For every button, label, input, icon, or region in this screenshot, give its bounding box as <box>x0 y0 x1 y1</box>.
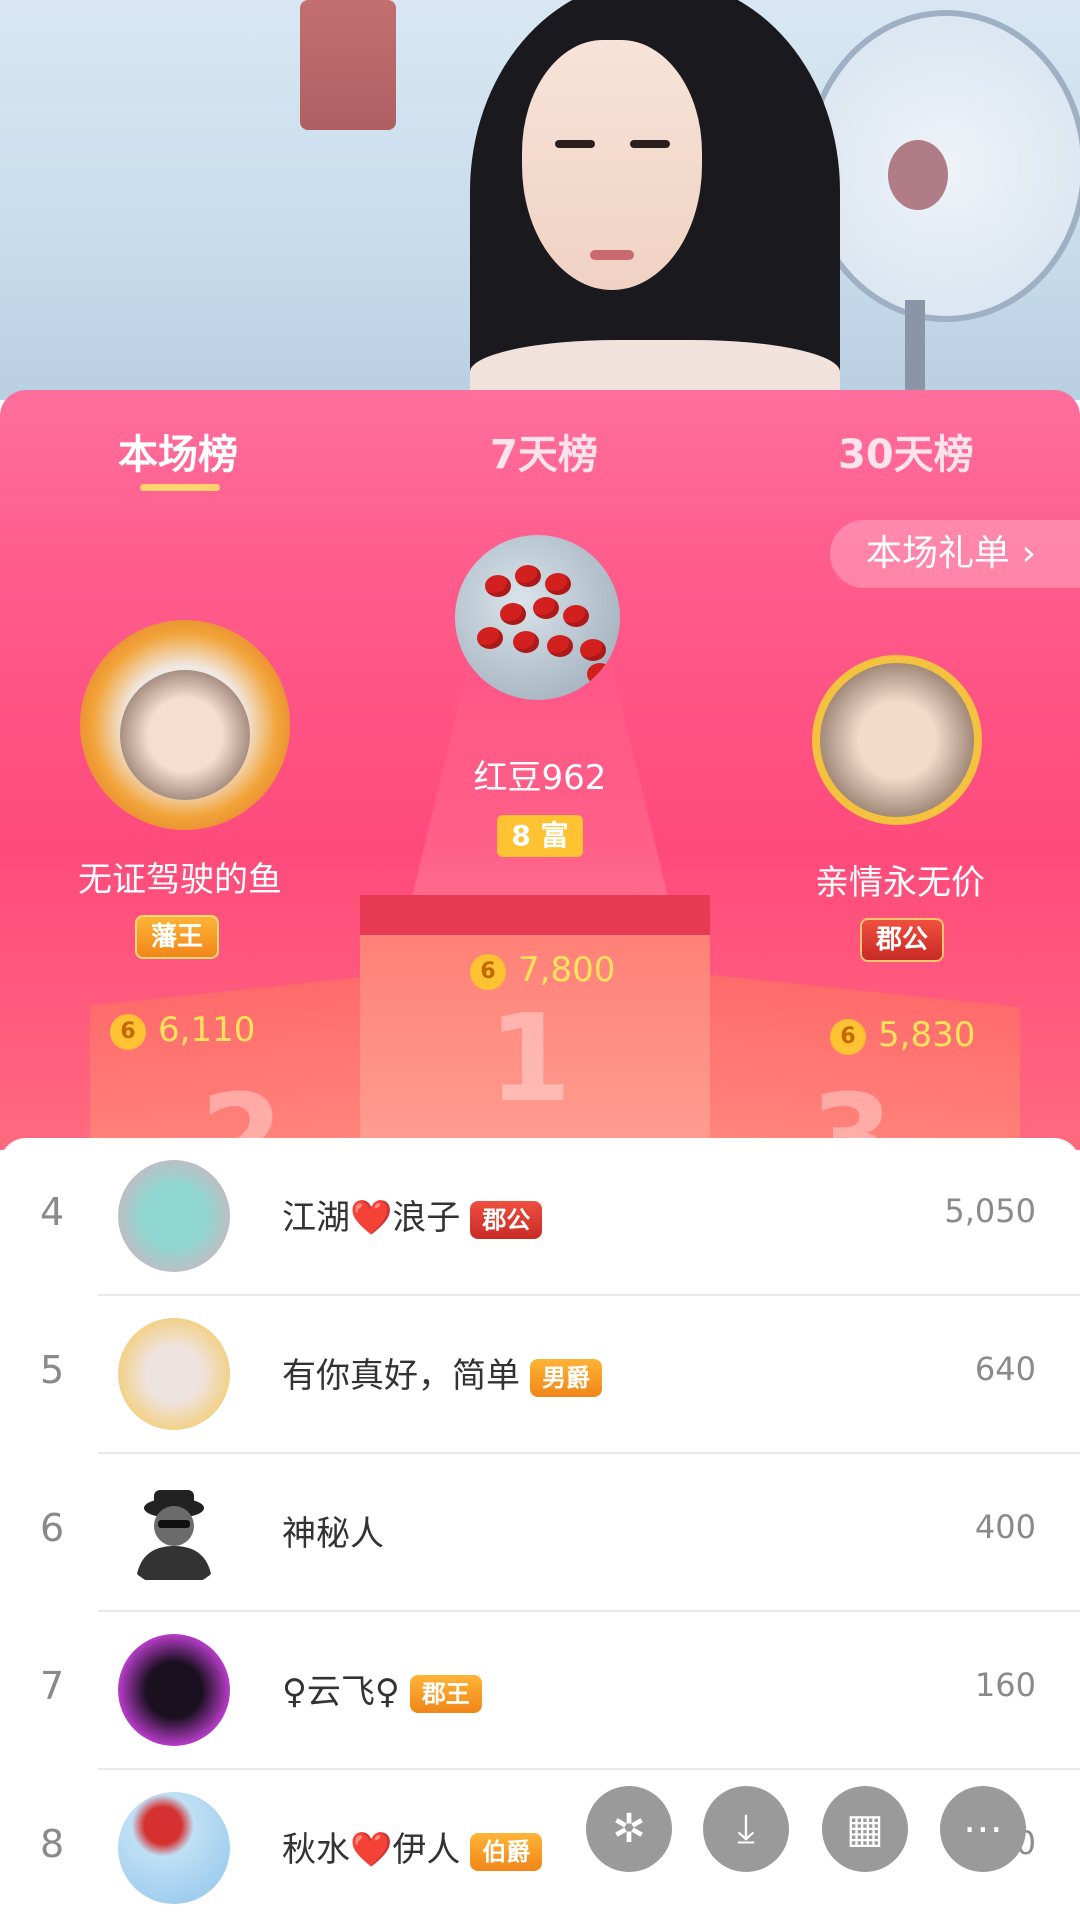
podium-first-top <box>360 895 710 935</box>
user-name: 秋水❤️伊人 <box>282 1830 461 1870</box>
user-name: 有你真好，简单 <box>282 1356 520 1396</box>
ranking-tabs: 本场榜 7天榜 30天榜 <box>0 390 1080 510</box>
user-score: 5,050 <box>944 1192 1036 1230</box>
tab-7-days[interactable]: 7天榜 <box>490 422 598 480</box>
avatar-second-photo <box>120 670 250 800</box>
user-rank-badge: 郡王 <box>409 1674 482 1713</box>
avatar-second[interactable] <box>80 620 290 830</box>
user-name: 神秘人 <box>282 1514 384 1554</box>
second-score: 6 6,110 <box>110 1010 255 1050</box>
user-avatar[interactable] <box>118 1634 230 1746</box>
user-avatar[interactable] <box>118 1318 230 1430</box>
gift-list-button[interactable]: 本场礼单 › <box>830 520 1080 588</box>
tab-30-days[interactable]: 30天榜 <box>838 422 974 480</box>
avatar-first[interactable] <box>455 535 620 700</box>
tab-current-show[interactable]: 本场榜 <box>118 422 238 480</box>
user-name-line: 江湖❤️浪子 郡公 <box>282 1190 543 1239</box>
list-item[interactable]: 7 ♀云飞♀ 郡王 160 <box>0 1612 1080 1770</box>
user-rank-badge: 郡公 <box>470 1200 543 1239</box>
first-score: 6 7,800 <box>470 950 615 990</box>
bean-decor <box>563 605 589 627</box>
user-avatar[interactable] <box>118 1792 230 1904</box>
coin-icon: 6 <box>110 1013 146 1050</box>
user-rank-badge: 伯爵 <box>470 1832 543 1871</box>
user-name-line: ♀云飞♀ 郡王 <box>282 1664 482 1713</box>
bean-decor <box>545 573 571 595</box>
sparkle-icon[interactable]: ✲ <box>586 1786 672 1872</box>
eye-right <box>630 140 670 148</box>
grid-icon[interactable]: ▦ <box>822 1786 908 1872</box>
fan-stand <box>905 300 925 400</box>
ranking-list: 4 江湖❤️浪子郡公 5,050 5 有你真好，简单男爵 640 6 神秘人 <box>0 1138 1080 1928</box>
more-icon[interactable]: ⋯ <box>940 1786 1026 1872</box>
first-score-value: 7,800 <box>518 950 616 990</box>
list-item[interactable]: 4 江湖❤️浪子 郡公 5,050 <box>0 1138 1080 1296</box>
bean-decor <box>580 639 606 661</box>
second-name: 无证驾驶的鱼 <box>78 860 282 900</box>
rich-level-badge: 8 富 <box>497 815 583 857</box>
user-name-line: 秋水❤️伊人 伯爵 <box>282 1822 543 1871</box>
bean-decor <box>587 663 613 685</box>
bean-decor <box>477 627 503 649</box>
second-score-value: 6,110 <box>158 1010 256 1050</box>
rank-number: 6 <box>40 1506 65 1550</box>
second-rank-badge: 藩王 <box>135 915 220 959</box>
third-rank-badge: 郡公 <box>860 918 945 962</box>
rank-number: 7 <box>40 1664 65 1708</box>
user-rank-badge: 男爵 <box>530 1358 602 1397</box>
ranking-panel: 本场榜 7天榜 30天榜 本场礼单 › 红豆962 8 富 无证驾驶的鱼 藩王 … <box>0 390 1080 1150</box>
user-name: ♀云飞♀ <box>282 1672 400 1712</box>
third-name: 亲情永无价 <box>815 863 985 903</box>
list-item[interactable]: 5 有你真好，简单 男爵 640 <box>0 1296 1080 1454</box>
user-score: 640 <box>974 1350 1036 1388</box>
bean-decor <box>500 603 526 625</box>
coin-icon: 6 <box>830 1018 866 1055</box>
lamp-decor <box>300 0 396 130</box>
user-score: 160 <box>974 1666 1036 1704</box>
user-name-line: 有你真好，简单 男爵 <box>282 1348 602 1397</box>
first-name: 红豆962 <box>473 758 607 798</box>
bean-decor <box>485 575 511 597</box>
rank-number: 4 <box>40 1190 65 1234</box>
user-name-line: 神秘人 <box>282 1506 384 1555</box>
podium-number-1: 1 <box>488 990 572 1129</box>
download-icon[interactable]: ⤓ <box>703 1786 789 1872</box>
bean-decor <box>533 597 559 619</box>
coin-icon: 6 <box>470 953 506 990</box>
user-score: 400 <box>974 1508 1036 1546</box>
mystery-person-icon <box>136 1490 212 1580</box>
list-item[interactable]: 8 秋水❤️伊人伯爵 50 <box>0 1770 1080 1928</box>
rank-number: 8 <box>40 1822 65 1866</box>
active-tab-indicator <box>140 484 220 491</box>
mystery-user-avatar[interactable] <box>118 1476 230 1588</box>
list-item[interactable]: 6 神秘人 400 <box>0 1454 1080 1612</box>
live-video <box>0 0 1080 400</box>
mouth <box>590 250 634 260</box>
bean-decor <box>513 631 539 653</box>
bean-decor <box>547 635 573 657</box>
fan-hub <box>888 140 948 210</box>
third-score: 6 5,830 <box>830 1015 975 1055</box>
eye-left <box>555 140 595 148</box>
rank-number: 5 <box>40 1348 65 1392</box>
user-avatar[interactable] <box>118 1160 230 1272</box>
avatar-third[interactable] <box>812 655 982 825</box>
bean-decor <box>515 565 541 587</box>
user-name: 江湖❤️浪子 <box>282 1198 461 1238</box>
third-score-value: 5,830 <box>878 1015 976 1055</box>
